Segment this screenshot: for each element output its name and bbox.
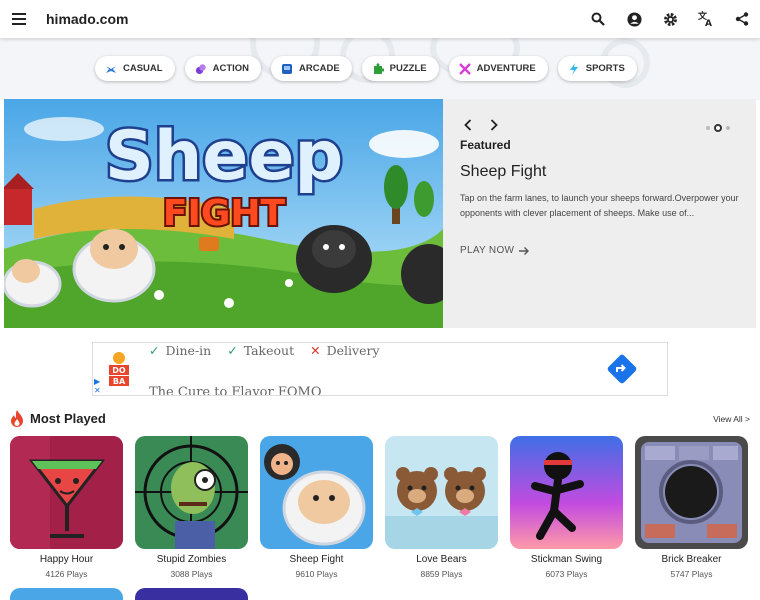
ad-option: ✓ Takeout (227, 343, 295, 358)
game-thumbnail[interactable] (510, 436, 623, 549)
action-icon (195, 63, 206, 74)
game-plays: 9610 Plays (295, 569, 338, 579)
game-name: Love Bears (416, 554, 467, 565)
section-title: Most Played (30, 411, 106, 426)
most-played-header: Most Played (10, 410, 106, 427)
category-sports[interactable]: SPORTS (557, 56, 637, 81)
carousel-dot[interactable] (726, 126, 730, 130)
game-thumbnail[interactable] (135, 436, 248, 549)
share-button[interactable] (724, 0, 760, 38)
category-label: ACTION (212, 63, 250, 74)
ad-brand-logo: DO BA (109, 352, 129, 386)
settings-button[interactable] (652, 0, 688, 38)
play-now-label: PLAY NOW (460, 245, 515, 256)
account-button[interactable] (616, 0, 652, 38)
ad-choices-icon[interactable]: ▶ ✕ (94, 377, 101, 395)
settings-icon (663, 12, 677, 26)
play-now-button[interactable]: PLAY NOW (460, 245, 530, 256)
arcade-icon (282, 63, 293, 74)
account-icon (626, 11, 642, 27)
featured-description: Tap on the farm lanes, to launch your sh… (460, 193, 739, 218)
game-thumbnail-partial[interactable] (10, 588, 123, 600)
share-icon (735, 12, 749, 26)
view-all-link[interactable]: View All > (713, 414, 750, 424)
arrow-right-icon (519, 246, 530, 255)
game-name: Stupid Zombies (156, 554, 227, 565)
chevron-right-icon (490, 119, 498, 131)
adventure-icon (458, 62, 471, 75)
game-plays: 3088 Plays (170, 569, 213, 579)
game-card[interactable]: Sheep Fight 9610 Plays (260, 436, 373, 579)
next-row-preview (10, 588, 248, 600)
menu-button[interactable] (0, 0, 38, 38)
most-played-grid: Happy Hour 4126 Plays Stupid Zombies 308… (10, 436, 748, 579)
game-card[interactable]: Love Bears 8859 Plays (385, 436, 498, 579)
category-label: ARCADE (299, 63, 340, 74)
game-thumbnail[interactable] (10, 436, 123, 549)
game-card[interactable]: Happy Hour 4126 Plays (10, 436, 123, 579)
svg-text:A: A (705, 19, 712, 27)
search-icon (591, 12, 605, 26)
site-title[interactable]: himado.com (46, 11, 128, 27)
carousel-dot-active[interactable] (714, 124, 722, 132)
game-thumbnail-partial[interactable] (135, 588, 248, 600)
ad-tagline: The Cure to Flavor FOMO (149, 385, 322, 396)
ad-banner[interactable]: DO BA ▶ ✕ ✓ Dine-in ✓ Takeout ✕ Delivery The… (92, 342, 668, 396)
game-thumbnail[interactable] (635, 436, 748, 549)
featured-game-image[interactable]: Sheep FIGHT (4, 99, 443, 328)
translate-icon: 文A (698, 11, 712, 27)
search-button[interactable] (580, 0, 616, 38)
ad-option: ✕ Delivery (310, 343, 380, 358)
sports-icon (569, 62, 578, 75)
featured-title[interactable]: Sheep Fight (460, 163, 546, 181)
carousel-indicators (706, 124, 730, 132)
svg-text:BA: BA (113, 377, 126, 386)
directions-icon[interactable] (607, 354, 637, 384)
top-app-bar: himado.com 文A (0, 0, 760, 38)
category-adventure[interactable]: ADVENTURE (448, 56, 548, 81)
category-puzzle[interactable]: PUZZLE (361, 56, 439, 81)
category-action[interactable]: ACTION (184, 56, 262, 81)
category-label: CASUAL (123, 63, 163, 74)
carousel-prev-button[interactable] (460, 117, 476, 133)
game-card[interactable]: Brick Breaker 5747 Plays (635, 436, 748, 579)
ad-option: ✓ Dine-in (149, 343, 212, 358)
game-plays: 6073 Plays (545, 569, 588, 579)
svg-text:DO: DO (112, 366, 126, 375)
featured-label: Featured (460, 138, 511, 152)
featured-carousel: Sheep FIGHT Featured Sheep Fight Tap on … (4, 99, 756, 328)
game-plays: 5747 Plays (670, 569, 713, 579)
game-card[interactable]: Stupid Zombies 3088 Plays (135, 436, 248, 579)
featured-image-subtitle: FIGHT (163, 193, 286, 234)
game-name: Happy Hour (39, 554, 94, 565)
game-plays: 8859 Plays (420, 569, 463, 579)
carousel-next-button[interactable] (486, 117, 502, 133)
category-label: PUZZLE (389, 63, 427, 74)
game-name: Brick Breaker (661, 554, 722, 565)
category-arcade[interactable]: ARCADE (271, 56, 352, 81)
featured-image-title: Sheep (105, 117, 343, 196)
game-card[interactable]: Stickman Swing 6073 Plays (510, 436, 623, 579)
game-name: Sheep Fight (289, 554, 344, 565)
category-label: SPORTS (585, 63, 625, 74)
menu-icon (12, 13, 26, 25)
game-thumbnail[interactable] (385, 436, 498, 549)
ad-options: ✓ Dine-in ✓ Takeout ✕ Delivery (149, 343, 380, 358)
category-casual[interactable]: CASUAL (95, 56, 175, 81)
category-label: ADVENTURE (476, 63, 536, 74)
puzzle-icon (373, 62, 384, 74)
game-thumbnail[interactable] (260, 436, 373, 549)
casual-icon (106, 65, 116, 73)
game-name: Stickman Swing (530, 554, 603, 565)
flame-icon (11, 410, 23, 427)
game-plays: 4126 Plays (45, 569, 88, 579)
translate-button[interactable]: 文A (688, 0, 724, 38)
category-bar: CASUAL ACTION ARCADE PUZZLE ADVENTURE SP… (95, 56, 637, 81)
chevron-left-icon (464, 119, 472, 131)
carousel-dot[interactable] (706, 126, 710, 130)
